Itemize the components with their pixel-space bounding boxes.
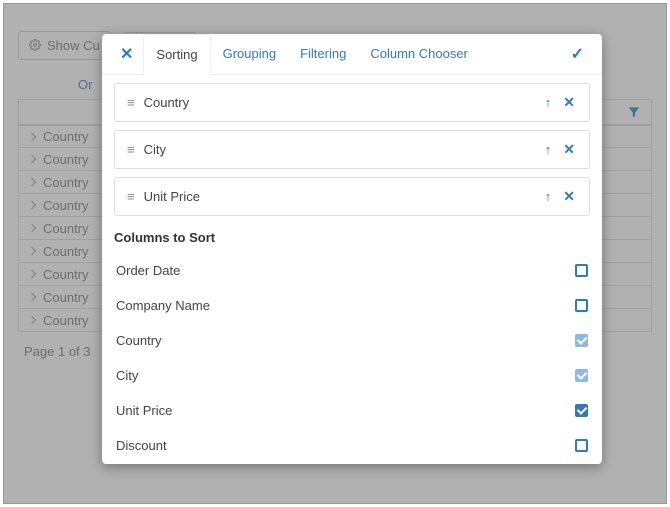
column-label: Discount [116,438,167,453]
column-checkbox[interactable] [575,439,588,452]
drag-handle-icon[interactable]: ≡ [127,95,134,110]
sort-item: ≡ Unit Price ↑ ✕ [114,177,590,216]
column-label: Unit Price [116,403,172,418]
sort-item-label: Unit Price [144,189,200,204]
column-row: Unit Price [114,393,590,428]
sort-direction-icon[interactable]: ↑ [545,189,552,204]
column-label: Order Date [116,263,180,278]
tab-grouping[interactable]: Grouping [211,34,288,74]
sort-direction-icon[interactable]: ↑ [545,95,552,110]
sort-item-label: City [144,142,166,157]
sort-item-label: Country [144,95,190,110]
tab-sorting[interactable]: Sorting [143,34,210,75]
column-checkbox[interactable] [575,369,588,382]
column-row: Order Date [114,253,590,288]
remove-sort-icon[interactable]: ✕ [561,141,577,158]
remove-sort-icon[interactable]: ✕ [561,94,577,111]
sort-item: ≡ Country ↑ ✕ [114,83,590,122]
customize-modal: ✕ SortingGroupingFilteringColumn Chooser… [102,34,602,464]
tab-filtering[interactable]: Filtering [288,34,358,74]
modal-body: ≡ Country ↑ ✕ ≡ City ↑ ✕ ≡ Unit Price ↑ ✕ Columns t… [102,75,602,464]
column-row: Country [114,323,590,358]
column-label: City [116,368,138,383]
drag-handle-icon[interactable]: ≡ [127,189,134,204]
column-row: Company Name [114,288,590,323]
column-label: Country [116,333,162,348]
sort-item: ≡ City ↑ ✕ [114,130,590,169]
tab-column-chooser[interactable]: Column Chooser [358,34,480,74]
column-row: Discount [114,428,590,463]
columns-section-title: Columns to Sort [114,230,590,245]
modal-tab-bar: ✕ SortingGroupingFilteringColumn Chooser… [102,34,602,75]
column-checkbox[interactable] [575,404,588,417]
sort-direction-icon[interactable]: ↑ [545,142,552,157]
column-checkbox[interactable] [575,299,588,312]
close-icon[interactable]: ✕ [114,40,139,68]
column-row: City [114,358,590,393]
column-label: Company Name [116,298,210,313]
column-checkbox[interactable] [575,264,588,277]
column-checkbox[interactable] [575,334,588,347]
drag-handle-icon[interactable]: ≡ [127,142,134,157]
confirm-icon[interactable]: ✓ [565,40,590,68]
remove-sort-icon[interactable]: ✕ [561,188,577,205]
